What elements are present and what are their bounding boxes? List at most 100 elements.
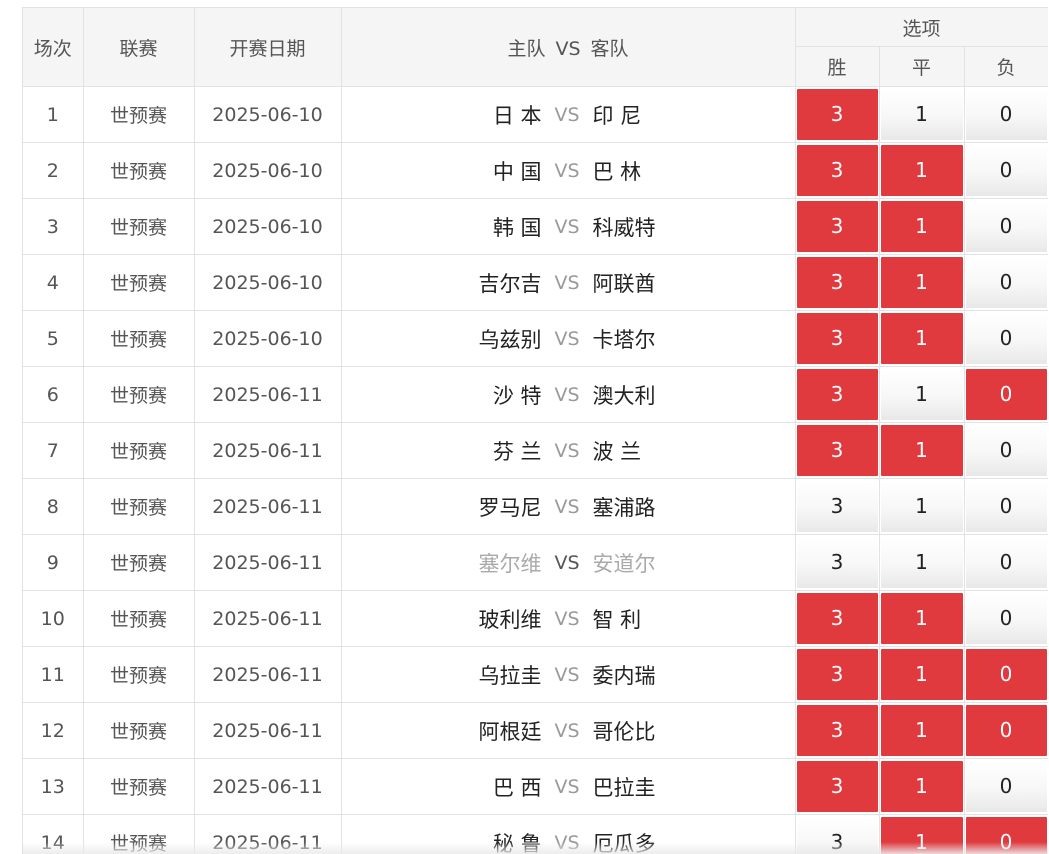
away-team: 委内瑞 [593, 660, 743, 690]
option-draw-button[interactable]: 1 [881, 201, 963, 252]
vs-label: VS [542, 384, 593, 406]
match-date: 2025-06-11 [194, 367, 341, 423]
option-cell-win: 3 [795, 423, 879, 479]
match-teams: 秘 鲁VS厄瓜多 [341, 815, 795, 854]
option-draw-button[interactable]: 1 [881, 145, 963, 196]
option-win-button[interactable]: 3 [797, 593, 878, 644]
option-draw-button[interactable]: 1 [881, 257, 963, 308]
option-loss-button[interactable]: 0 [966, 537, 1047, 588]
option-cell-loss: 0 [964, 199, 1048, 255]
option-loss-button[interactable]: 0 [966, 313, 1047, 364]
option-win-button[interactable]: 3 [797, 89, 878, 140]
home-team: 巴 西 [342, 772, 542, 802]
option-draw-button[interactable]: 1 [881, 593, 963, 644]
option-win-button[interactable]: 3 [797, 201, 878, 252]
match-teams: 罗马尼VS塞浦路 [341, 479, 795, 535]
away-team: 阿联酋 [593, 268, 743, 298]
option-draw-button[interactable]: 1 [881, 313, 963, 364]
option-cell-win: 3 [795, 311, 879, 367]
option-draw-button[interactable]: 1 [881, 705, 963, 756]
match-index: 6 [23, 367, 83, 423]
option-win-button[interactable]: 3 [797, 369, 878, 420]
away-team: 科威特 [593, 212, 743, 242]
option-win-button[interactable]: 3 [797, 257, 878, 308]
match-index: 2 [23, 143, 83, 199]
header-index: 场次 [23, 8, 83, 87]
match-date: 2025-06-11 [194, 647, 341, 703]
match-row: 3世预赛2025-06-10韩 国VS科威特310 [23, 199, 1048, 255]
match-date: 2025-06-11 [194, 815, 341, 854]
away-team: 塞浦路 [593, 492, 743, 522]
option-cell-win: 3 [795, 255, 879, 311]
match-row: 1世预赛2025-06-10日 本VS印 尼310 [23, 87, 1048, 143]
option-loss-button[interactable]: 0 [966, 89, 1047, 140]
match-index: 3 [23, 199, 83, 255]
home-team: 韩 国 [342, 212, 542, 242]
option-cell-win: 3 [795, 815, 879, 854]
match-row: 8世预赛2025-06-11罗马尼VS塞浦路310 [23, 479, 1048, 535]
away-team: 波 兰 [593, 436, 743, 466]
option-cell-loss: 0 [964, 311, 1048, 367]
match-index: 11 [23, 647, 83, 703]
option-loss-button[interactable]: 0 [966, 369, 1047, 420]
match-row: 9世预赛2025-06-11塞尔维VS安道尔310 [23, 535, 1048, 591]
option-draw-button[interactable]: 1 [881, 425, 963, 476]
match-teams: 玻利维VS智 利 [341, 591, 795, 647]
match-index: 13 [23, 759, 83, 815]
option-loss-button[interactable]: 0 [966, 481, 1047, 532]
vs-label: VS [542, 328, 593, 350]
match-teams: 乌兹别VS卡塔尔 [341, 311, 795, 367]
option-cell-draw: 1 [879, 815, 964, 854]
option-cell-win: 3 [795, 87, 879, 143]
option-draw-button[interactable]: 1 [881, 537, 963, 588]
option-loss-button[interactable]: 0 [966, 593, 1047, 644]
option-win-button[interactable]: 3 [797, 705, 878, 756]
vs-label: VS [542, 216, 593, 238]
match-teams: 吉尔吉VS阿联酋 [341, 255, 795, 311]
option-win-button[interactable]: 3 [797, 537, 878, 588]
match-date: 2025-06-10 [194, 255, 341, 311]
option-loss-button[interactable]: 0 [966, 257, 1047, 308]
option-draw-button[interactable]: 1 [881, 89, 963, 140]
option-cell-win: 3 [795, 647, 879, 703]
option-cell-win: 3 [795, 759, 879, 815]
option-cell-loss: 0 [964, 647, 1048, 703]
match-row: 5世预赛2025-06-10乌兹别VS卡塔尔310 [23, 311, 1048, 367]
match-date: 2025-06-11 [194, 591, 341, 647]
option-loss-button[interactable]: 0 [966, 201, 1047, 252]
option-cell-win: 3 [795, 535, 879, 591]
option-loss-button[interactable]: 0 [966, 425, 1047, 476]
option-draw-button[interactable]: 1 [881, 369, 963, 420]
away-team: 巴 林 [593, 156, 743, 186]
option-loss-button[interactable]: 0 [966, 705, 1047, 756]
match-league: 世预赛 [83, 87, 194, 143]
vs-label: VS [542, 552, 593, 574]
match-league: 世预赛 [83, 255, 194, 311]
option-win-button[interactable]: 3 [797, 313, 878, 364]
match-league: 世预赛 [83, 143, 194, 199]
match-date: 2025-06-10 [194, 199, 341, 255]
option-win-button[interactable]: 3 [797, 817, 878, 854]
option-win-button[interactable]: 3 [797, 145, 878, 196]
option-win-button[interactable]: 3 [797, 761, 878, 812]
option-draw-button[interactable]: 1 [881, 481, 963, 532]
option-cell-draw: 1 [879, 591, 964, 647]
option-win-button[interactable]: 3 [797, 425, 878, 476]
option-loss-button[interactable]: 0 [966, 761, 1047, 812]
option-draw-button[interactable]: 1 [881, 649, 963, 700]
match-row: 13世预赛2025-06-11巴 西VS巴拉圭310 [23, 759, 1048, 815]
match-row: 7世预赛2025-06-11芬 兰VS波 兰310 [23, 423, 1048, 479]
option-loss-button[interactable]: 0 [966, 649, 1047, 700]
option-cell-draw: 1 [879, 87, 964, 143]
option-cell-win: 3 [795, 367, 879, 423]
option-draw-button[interactable]: 1 [881, 761, 963, 812]
option-draw-button[interactable]: 1 [881, 817, 963, 854]
home-team: 中 国 [342, 156, 542, 186]
option-cell-win: 3 [795, 591, 879, 647]
option-loss-button[interactable]: 0 [966, 145, 1047, 196]
option-win-button[interactable]: 3 [797, 649, 878, 700]
vs-label: VS [542, 104, 593, 126]
option-loss-button[interactable]: 0 [966, 817, 1047, 854]
match-row: 12世预赛2025-06-11阿根廷VS哥伦比310 [23, 703, 1048, 759]
option-win-button[interactable]: 3 [797, 481, 878, 532]
